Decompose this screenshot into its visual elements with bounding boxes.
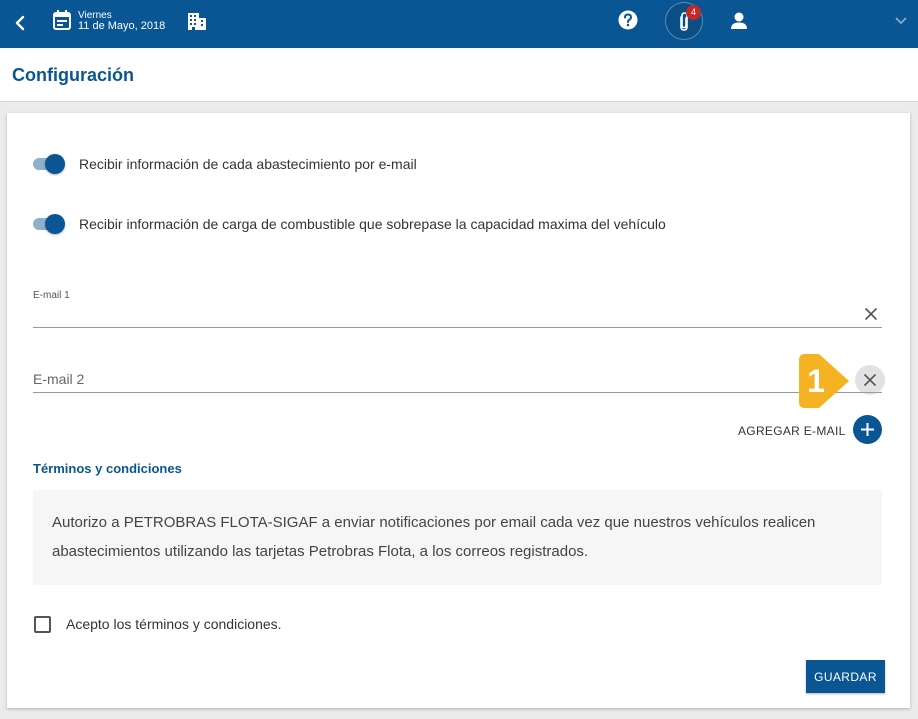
step-marker-arrow-icon: 1 — [799, 354, 849, 408]
terms-title: Términos y condiciones — [33, 461, 182, 476]
date-full: 11 de Mayo, 2018 — [78, 20, 166, 32]
clear-email1-icon[interactable] — [864, 307, 878, 321]
accept-terms-label[interactable]: Acepto los términos y condiciones. — [66, 616, 282, 632]
toggle-thumb — [45, 214, 65, 234]
top-bar: Viernes 11 de Mayo, 2018 4 — [0, 0, 918, 48]
email1-input[interactable] — [33, 303, 853, 325]
terms-box: Autorizo a PETROBRAS FLOTA-SIGAF a envia… — [33, 490, 882, 585]
toggle-refuel-email-label: Recibir información de cada abastecimien… — [79, 156, 417, 172]
page-title: Configuración — [12, 65, 134, 85]
toggle-refuel-email[interactable] — [33, 154, 65, 174]
page-header: Configuración — [0, 48, 918, 102]
step-marker-number: 1 — [807, 363, 825, 399]
building-icon[interactable] — [187, 11, 207, 31]
email1-label: E-mail 1 — [33, 290, 70, 301]
chevron-down-icon[interactable] — [894, 15, 908, 25]
save-button[interactable]: GUARDAR — [806, 660, 885, 693]
help-icon[interactable] — [618, 10, 638, 30]
email2-underline — [33, 392, 882, 393]
back-arrow-icon[interactable] — [13, 12, 27, 34]
terms-text: Autorizo a PETROBRAS FLOTA-SIGAF a envia… — [52, 514, 816, 560]
accept-terms-checkbox[interactable] — [34, 616, 51, 633]
user-icon[interactable] — [729, 11, 749, 31]
toggle-capacity-alert-label: Recibir información de carga de combusti… — [79, 216, 666, 232]
notification-badge: 4 — [686, 5, 701, 20]
settings-card: Recibir información de cada abastecimien… — [7, 113, 910, 708]
plus-icon — [861, 423, 874, 436]
calendar-icon[interactable] — [53, 10, 71, 30]
email1-underline — [33, 327, 882, 328]
add-email-button[interactable] — [853, 415, 882, 444]
toggle-capacity-alert[interactable] — [33, 214, 65, 234]
clear-email2-icon[interactable] — [863, 373, 877, 387]
add-email-label[interactable]: AGREGAR E-MAIL — [738, 424, 846, 438]
toggle-thumb — [45, 154, 65, 174]
email2-input[interactable] — [33, 368, 853, 390]
